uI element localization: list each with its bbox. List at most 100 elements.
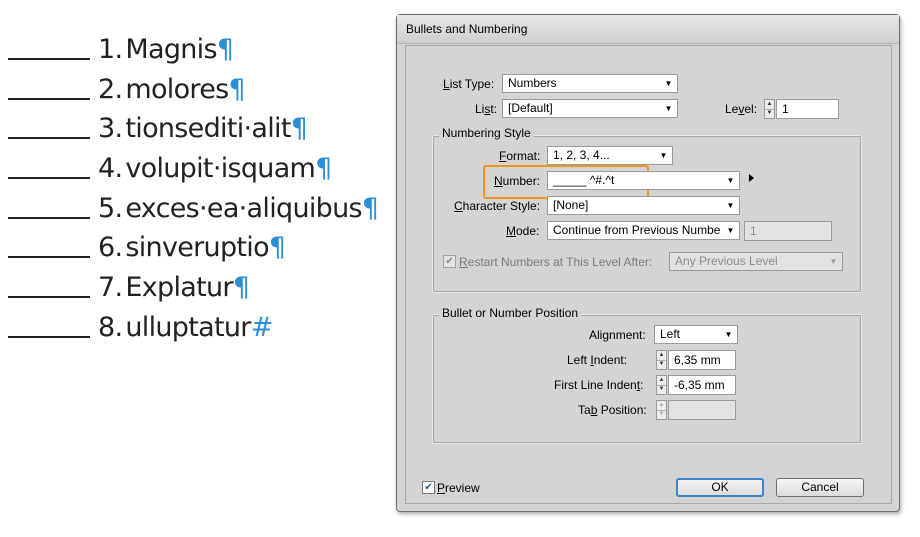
restart-numbers-label: Restart Numbers at This Level After: [459,255,652,269]
character-style-label: Character Style: [454,199,540,213]
number-label-accesskey: N [494,174,503,188]
pilcrow-icon: ¶ [216,34,235,65]
flyout-triangle-icon[interactable] [749,174,754,182]
preview-checkbox[interactable]: ✔ [422,481,435,494]
cancel-button[interactable]: Cancel [776,478,864,497]
list-text: ulluptatur [125,311,251,343]
tab-position-field [668,400,736,420]
format-label-text: ormat: [506,149,541,163]
list-text: molores [125,73,229,105]
mode-label: Mode: [506,224,539,238]
preview-label-text: review [445,481,480,495]
list-number: 1. [98,34,123,65]
pilcrow-icon: ¶ [315,153,333,185]
spin-down-icon[interactable]: ▼ [657,360,666,369]
mode-label-text: ode: [516,224,540,238]
character-style-select[interactable]: [None] ▼ [547,196,740,215]
chevron-down-icon: ▼ [825,253,842,270]
list-item: 5. exces·ea·aliquibus¶ [8,191,379,231]
list-number: 2. [98,73,123,105]
character-style-label-accesskey: C [454,199,463,213]
restart-label-text: estart Numbers at This Level After: [467,255,653,269]
alignment-label: Alignment: [589,328,646,342]
dialog-body: List Type: Numbers ▼ List: [Default] ▼ L… [405,45,892,504]
list-text: exces·ea·aliquibus [125,192,362,224]
mode-select[interactable]: Continue from Previous Numbe ▼ [547,221,740,240]
number-label: Number: [494,174,540,188]
spin-down-icon[interactable]: ▼ [657,385,666,394]
alignment-label-pre: Ali [589,328,603,342]
level-stepper[interactable]: ▲ ▼ [764,99,775,119]
list-label-rest: t: [490,102,498,116]
tab-position-label: Tab Position: [578,403,647,417]
first-line-indent-label: First Line Indent: [554,378,643,392]
level-label-pre: Le [725,102,739,116]
chevron-down-icon[interactable]: ▼ [722,172,739,189]
dialog-title: Bullets and Numbering [406,22,528,36]
chevron-down-icon[interactable]: ▼ [722,222,739,239]
chevron-down-icon[interactable]: ▼ [720,326,737,343]
level-field[interactable]: 1 [776,99,839,119]
alignment-label-rest: nment: [609,328,646,342]
restart-label-accesskey: R [459,255,468,269]
character-style-value: [None] [553,198,589,212]
tab-position-label-rest: Position: [597,403,647,417]
spin-down-icon: ▼ [658,411,665,417]
list-type-select[interactable]: Numbers ▼ [502,74,678,93]
number-field[interactable]: _____ ^#.^t ▼ [547,171,740,190]
numbering-style-title: Numbering Style [439,126,534,140]
blank-line [8,230,90,259]
ok-button[interactable]: OK [676,478,764,497]
first-line-indent-label-rest: : [640,378,644,392]
chevron-down-icon[interactable]: ▼ [660,100,677,117]
list-select[interactable]: [Default] ▼ [502,99,678,118]
format-select[interactable]: 1, 2, 3, 4... ▼ [547,146,673,165]
chevron-down-icon[interactable]: ▼ [660,75,677,92]
list-text: tionsediti·alit [125,113,291,145]
first-line-indent-stepper[interactable]: ▲ ▼ [656,375,667,395]
blank-line [8,32,90,60]
list-number: 8. [98,311,123,343]
checkmark-icon: ✔ [445,256,454,267]
list-number: 4. [98,153,123,185]
blank-line [8,310,90,338]
first-line-indent-field[interactable]: -6,35 mm [668,375,736,395]
blank-line [8,191,90,219]
list-type-label: List Type: [443,77,494,91]
preview-label-accesskey: P [437,481,446,495]
position-group [432,314,862,444]
pilcrow-icon: ¶ [228,73,246,105]
end-of-story-icon: # [250,311,274,343]
list-item: 4. volupit·isquam¶ [8,151,379,191]
chevron-down-icon[interactable]: ▼ [655,147,672,164]
list-text: sinveruptio [125,232,269,264]
format-label: Format: [499,149,540,163]
dialog-title-bar[interactable]: Bullets and Numbering [397,15,899,44]
chevron-down-icon[interactable]: ▼ [722,197,739,214]
alignment-value: Left [660,327,681,341]
list-label-pre: Li [475,102,485,116]
pilcrow-icon: ¶ [361,192,380,224]
tab-position-stepper: ▲ ▼ [656,400,667,420]
number-value: _____ ^#.^t [553,173,615,187]
list-type-label-accesskey: L [443,77,450,91]
restart-after-value: Any Previous Level [675,254,778,268]
left-indent-label: Left Indent: [567,353,627,367]
list-value: [Default] [508,101,553,115]
list-number: 7. [98,272,123,304]
spin-down-icon[interactable]: ▼ [765,109,774,118]
preview-label[interactable]: Preview [437,481,480,495]
character-style-label-text: haracter Style: [462,199,541,213]
alignment-select[interactable]: Left ▼ [654,325,738,344]
bullets-and-numbering-dialog: Bullets and Numbering List Type: Numbers… [396,14,900,512]
mode-value: Continue from Previous Numbe [553,223,721,237]
pilcrow-icon: ¶ [232,272,250,304]
left-indent-field[interactable]: 6,35 mm [668,350,736,370]
list-number: 5. [98,192,123,224]
left-indent-stepper[interactable]: ▲ ▼ [656,350,667,370]
blank-line [8,151,90,180]
restart-after-select: Any Previous Level ▼ [669,252,843,271]
pilcrow-icon: ¶ [290,113,308,145]
list-label: List: [475,102,497,116]
list-type-value: Numbers [508,76,557,90]
